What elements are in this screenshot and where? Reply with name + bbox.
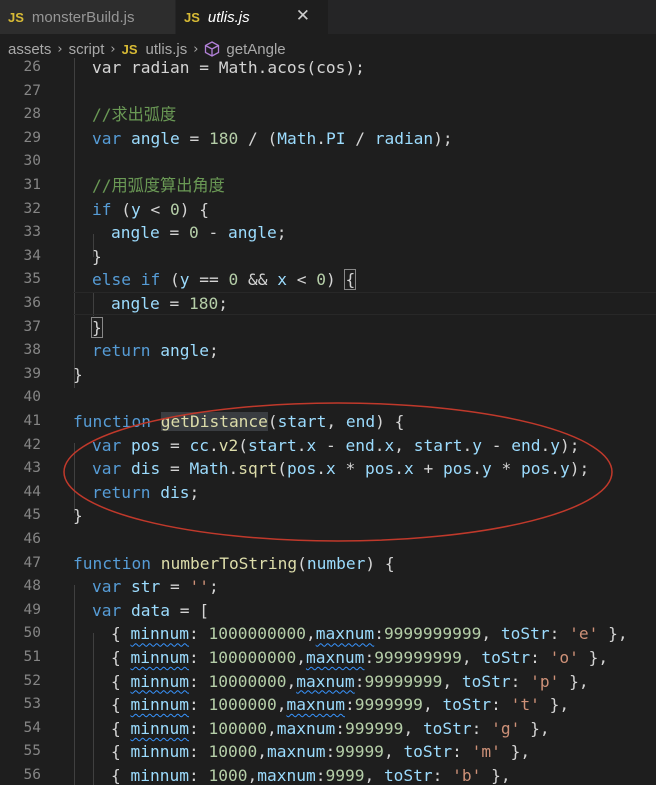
breadcrumb-item-assets[interactable]: assets — [8, 41, 51, 58]
breadcrumb-item-file[interactable]: utlis.js — [146, 41, 188, 58]
red-ellipse-annotation — [63, 402, 613, 542]
method-cube-icon — [205, 41, 220, 57]
tab-utlis[interactable]: JS utlis.js ✕ — [176, 0, 328, 34]
chevron-right-icon: › — [110, 41, 116, 57]
js-file-icon: JS — [121, 41, 138, 57]
tab-monsterbuild[interactable]: JS monsterBuild.js — [0, 0, 176, 34]
tab-label: monsterBuild.js — [31, 8, 135, 26]
chevron-right-icon: › — [193, 41, 199, 57]
tab-label: utlis.js — [207, 8, 250, 26]
breadcrumb-item-script[interactable]: script — [69, 41, 105, 58]
js-file-icon: JS — [8, 9, 24, 25]
breadcrumb-item-symbol[interactable]: getAngle — [226, 41, 285, 58]
close-icon[interactable]: ✕ — [296, 6, 310, 26]
code-editor[interactable]: 26 var radian = Math.acos(cos); 27 28//求出… — [0, 58, 656, 785]
chevron-right-icon: › — [57, 41, 63, 57]
tab-bar: JS monsterBuild.js JS utlis.js ✕ — [0, 0, 656, 34]
js-file-icon: JS — [184, 9, 200, 25]
